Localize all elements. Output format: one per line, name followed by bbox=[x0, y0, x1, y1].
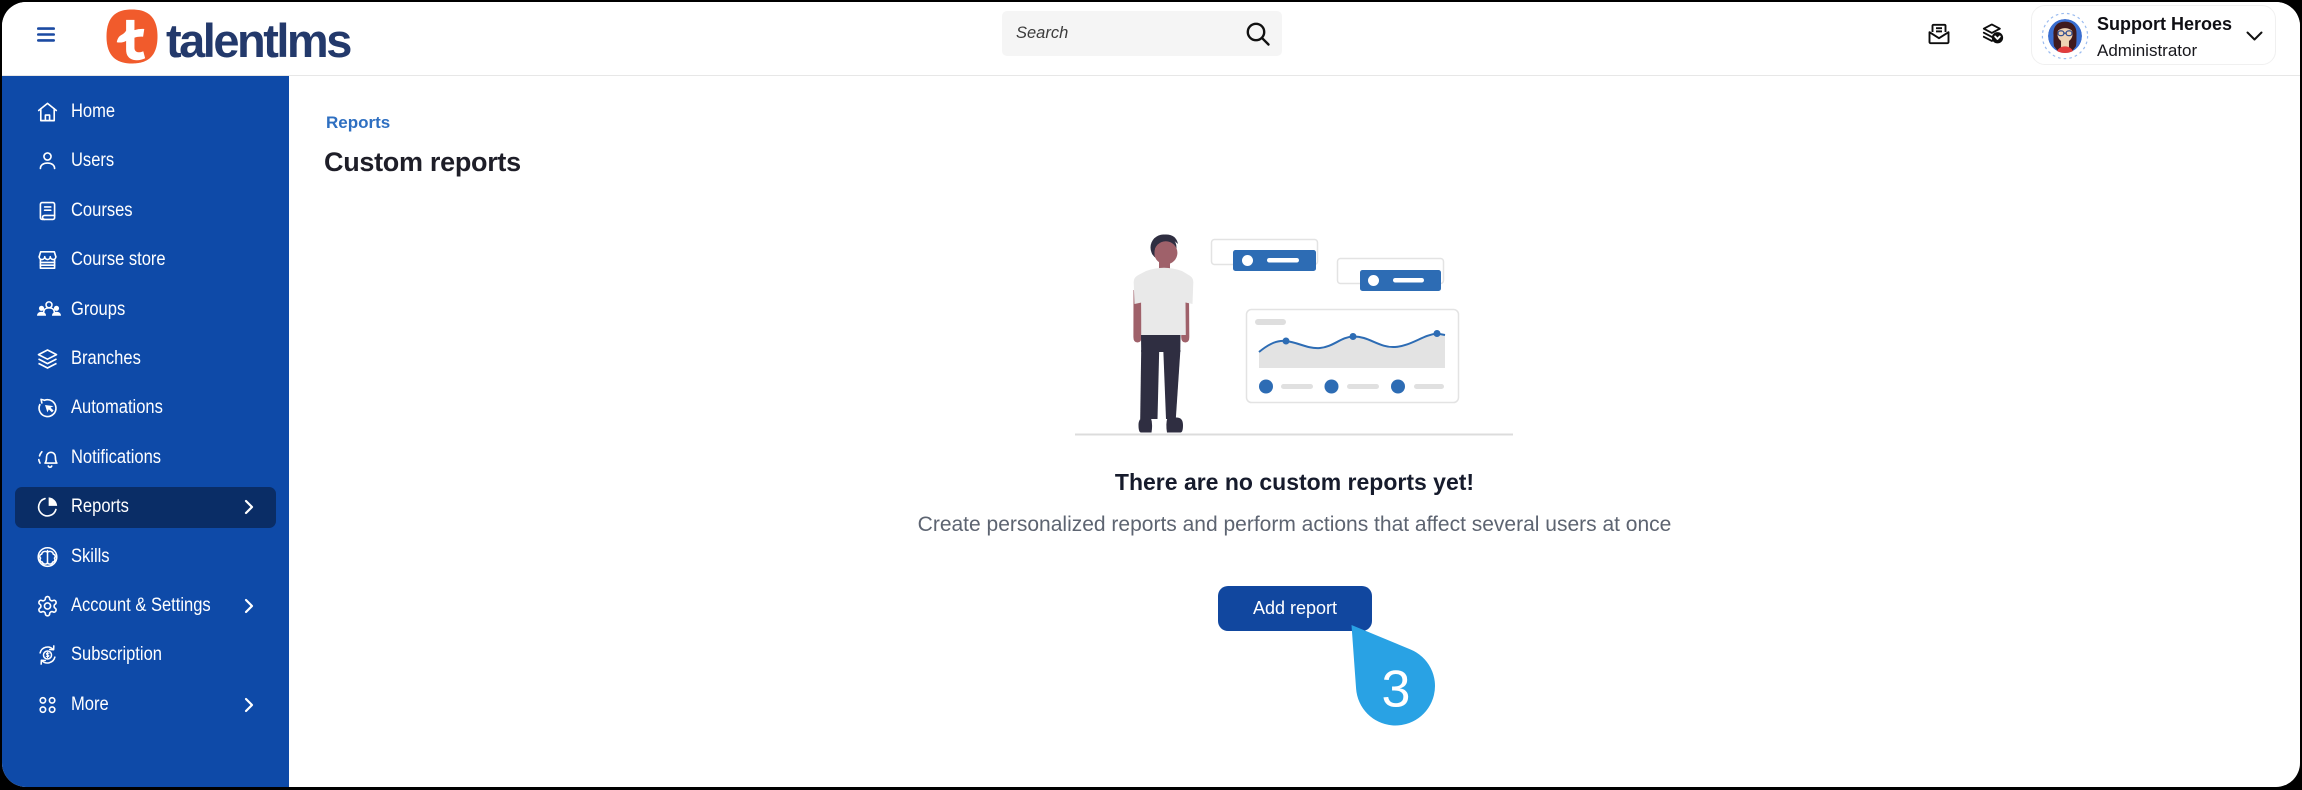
svg-text:3: 3 bbox=[1382, 661, 1411, 719]
